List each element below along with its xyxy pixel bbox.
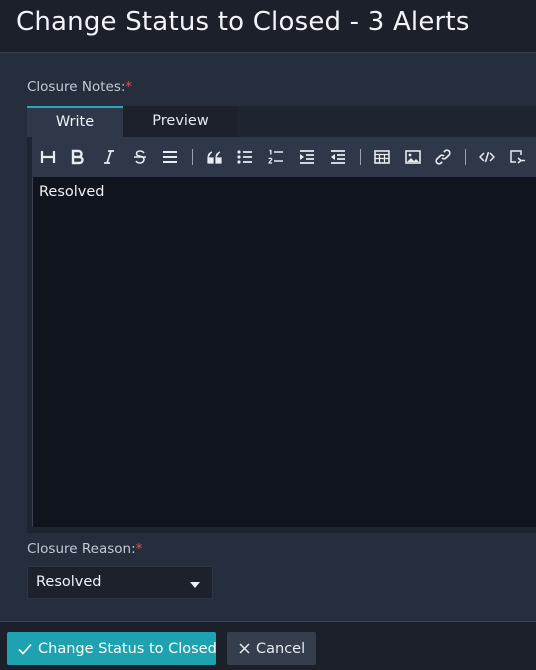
link-icon[interactable] xyxy=(432,147,454,167)
embed-icon[interactable] xyxy=(506,147,528,167)
toolbar-divider xyxy=(465,149,466,165)
closure-reason-select[interactable]: Resolved xyxy=(27,566,213,599)
closure-reason-label: Closure Reason:* xyxy=(27,541,142,557)
caret-down-icon xyxy=(190,582,200,588)
table-icon[interactable] xyxy=(371,147,393,167)
required-marker: * xyxy=(125,79,133,95)
close-icon xyxy=(239,643,250,654)
image-icon[interactable] xyxy=(402,147,424,167)
closure-notes-textarea[interactable]: Resolved xyxy=(32,177,536,527)
unordered-list-icon[interactable] xyxy=(234,147,256,167)
closure-notes-content: Resolved xyxy=(39,184,105,200)
required-marker: * xyxy=(135,541,143,557)
code-icon[interactable] xyxy=(476,147,498,167)
closure-reason-label-text: Closure Reason: xyxy=(27,541,136,557)
toolbar-divider xyxy=(192,149,193,165)
italic-icon[interactable] xyxy=(98,147,120,167)
closure-notes-label-text: Closure Notes: xyxy=(27,79,126,95)
markdown-editor: Write Preview Resolved xyxy=(27,106,536,533)
editor-toolbar xyxy=(32,137,536,177)
ordered-list-icon[interactable] xyxy=(265,147,287,167)
dialog-header: Change Status to Closed - 3 Alerts xyxy=(0,0,536,53)
indent-icon[interactable] xyxy=(296,147,318,167)
cancel-button-label: Cancel xyxy=(256,640,306,657)
checkmark-icon xyxy=(18,643,32,655)
change-status-button-label: Change Status to Closed xyxy=(38,640,217,657)
tab-write[interactable]: Write xyxy=(27,106,123,137)
tab-preview[interactable]: Preview xyxy=(123,106,238,137)
align-icon[interactable] xyxy=(159,147,181,167)
outdent-icon[interactable] xyxy=(327,147,349,167)
quote-icon[interactable] xyxy=(204,147,226,167)
editor-tabs: Write Preview xyxy=(27,106,238,137)
change-status-button[interactable]: Change Status to Closed xyxy=(7,632,217,665)
toolbar-divider xyxy=(360,149,361,165)
bold-icon[interactable] xyxy=(67,147,89,167)
strikethrough-icon[interactable] xyxy=(129,147,151,167)
heading-icon[interactable] xyxy=(37,147,59,167)
cancel-button[interactable]: Cancel xyxy=(227,632,316,665)
closure-reason-value: Resolved xyxy=(36,574,102,590)
closure-notes-label: Closure Notes:* xyxy=(27,79,132,95)
dialog-title: Change Status to Closed - 3 Alerts xyxy=(16,7,470,37)
dialog-footer: Change Status to Closed Cancel xyxy=(0,621,536,670)
